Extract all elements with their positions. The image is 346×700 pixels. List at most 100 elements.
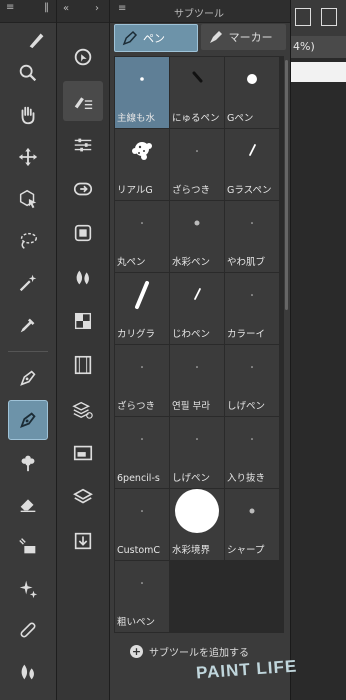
subtool-item[interactable]: ざらつき [115,345,169,416]
subtool-label: にゅるペン [172,113,220,124]
subtool-item[interactable]: 主線も水 [115,57,169,128]
scrollbar[interactable] [285,60,288,310]
tool-group-palette: « › [57,0,110,700]
subtool-label: 水彩境界 [172,545,211,556]
subtool-label: やわ肌ブ [227,257,266,268]
tab-label: ペン [143,32,165,45]
brush-preview-icon [141,582,143,584]
subtool-item[interactable]: にゅるペン [170,57,224,128]
canvas-topbar [291,0,346,36]
subtool-label: リアルG [117,185,153,196]
add-subtool-button[interactable]: + サブツールを追加する [130,644,249,659]
add-subtool-label: サブツールを追加する [149,648,249,659]
film-icon[interactable] [63,345,103,385]
subtool-label: 丸ペン [117,257,146,268]
panel-icon[interactable] [63,433,103,473]
palette-grid-icon[interactable] [63,301,103,341]
hand-icon[interactable] [8,95,48,135]
tab-pen[interactable]: ペン [114,24,198,52]
pen-nib-icon[interactable] [8,358,48,398]
tool-palette-header: ≡ ‖ [0,0,56,23]
magic-wand-icon[interactable] [8,263,48,303]
chevron-right-icon[interactable]: › [95,3,99,14]
bandage-icon[interactable] [8,610,48,650]
subtool-item[interactable]: やわ肌ブ [225,201,279,272]
import-icon[interactable] [63,521,103,561]
canvas[interactable] [291,62,346,82]
lasso-icon[interactable] [8,221,48,261]
fill-icon[interactable] [8,526,48,566]
subtool-item[interactable]: 水彩境界 [170,489,224,560]
subtool-item[interactable]: 粗いペン [115,561,169,632]
sparkle-icon[interactable] [8,568,48,608]
blend-icon[interactable] [8,652,48,692]
brush-preview-icon [132,142,152,160]
eyedropper-icon[interactable] [8,305,48,345]
subtool-item[interactable]: しげペン [225,345,279,416]
pen-list-icon[interactable] [63,81,103,121]
new-file-icon[interactable] [295,8,311,26]
subtool-item[interactable]: CustomC [115,489,169,560]
layer-property-icon[interactable] [63,213,103,253]
subtool-item[interactable]: Gラスペン [225,129,279,200]
menu-icon[interactable]: ≡ [6,2,14,13]
object-select-icon[interactable] [8,179,48,219]
subtool-item[interactable]: カラーイ [225,273,279,344]
subtool-label: 主線も水 [117,113,156,124]
double-chevron-left-icon[interactable]: « [63,3,69,14]
subtool-item[interactable]: 水彩ペン [170,201,224,272]
pen-tab-icon[interactable] [8,27,48,51]
subtool-item[interactable]: 丸ペン [115,201,169,272]
subtool-item[interactable]: ざらつき [170,129,224,200]
brush-preview-icon [247,74,257,84]
subtool-panel: ≡ サブツール ペン マーカー 主線も水 にゅるペン Gペン リアルG ざらつき Gラスペ… [110,0,291,700]
tool-palette: ≡ ‖ [0,0,57,700]
subtool-label: 粗いペン [117,617,156,628]
subtool-label: シャープ [227,545,265,556]
subtool-item[interactable]: カリグラ [115,273,169,344]
subtool-item[interactable]: じわペン [170,273,224,344]
subtool-label: 入り抜き [227,473,266,484]
subtool-label: カラーイ [227,329,266,340]
brush-preview-icon [251,438,253,440]
tab-label: マーカー [228,31,273,44]
duplicate-icon[interactable] [321,8,337,26]
brush-preview-icon [251,366,253,368]
marker-icon [209,31,222,43]
move-icon[interactable] [8,137,48,177]
brush-preview-icon [251,294,253,296]
color-icon[interactable] [63,257,103,297]
transform-icon[interactable] [63,37,103,77]
subtool-item[interactable]: しげペン [170,417,224,488]
subtool-item[interactable]: 연필 부라 [170,345,224,416]
canvas-tab[interactable]: 4%) [291,36,346,58]
layers-icon[interactable] [63,477,103,517]
brush-preview-icon [196,150,198,152]
brush-flower-icon[interactable] [8,442,48,482]
pen-active-icon[interactable] [8,400,48,440]
tab-marker[interactable]: マーカー [200,24,286,50]
grip-icon[interactable]: ‖ [44,2,49,13]
subtool-label: CustomC [117,545,161,556]
settings-sliders-icon[interactable] [63,125,103,165]
subtool-tabs: ペン マーカー [114,24,286,52]
brush-preview-icon [141,222,143,224]
subtool-label: ざらつき [172,185,211,196]
brush-preview-icon [135,281,149,309]
subtool-label: しげペン [227,401,266,412]
brush-preview-icon [194,220,200,226]
layer-stack-icon[interactable] [63,389,103,429]
pen-icon [122,30,138,46]
subtool-grid: 主線も水 にゅるペン GペンリアルG ざらつき Gラスペン丸ペン 水彩ペン やわ肌ブカリグラ… [114,56,284,633]
brush-preview-icon [175,489,219,533]
menu-icon[interactable]: ≡ [118,3,126,14]
navigator-icon[interactable] [63,169,103,209]
zoom-icon[interactable] [8,53,48,93]
subtool-item[interactable]: 入り抜き [225,417,279,488]
subtool-item[interactable]: Gペン [225,57,279,128]
subtool-item[interactable]: シャープ [225,489,279,560]
subtool-item[interactable]: リアルG [115,129,169,200]
plus-icon: + [130,645,143,658]
subtool-item[interactable]: 6pencil-s [115,417,169,488]
eraser-icon[interactable] [8,484,48,524]
